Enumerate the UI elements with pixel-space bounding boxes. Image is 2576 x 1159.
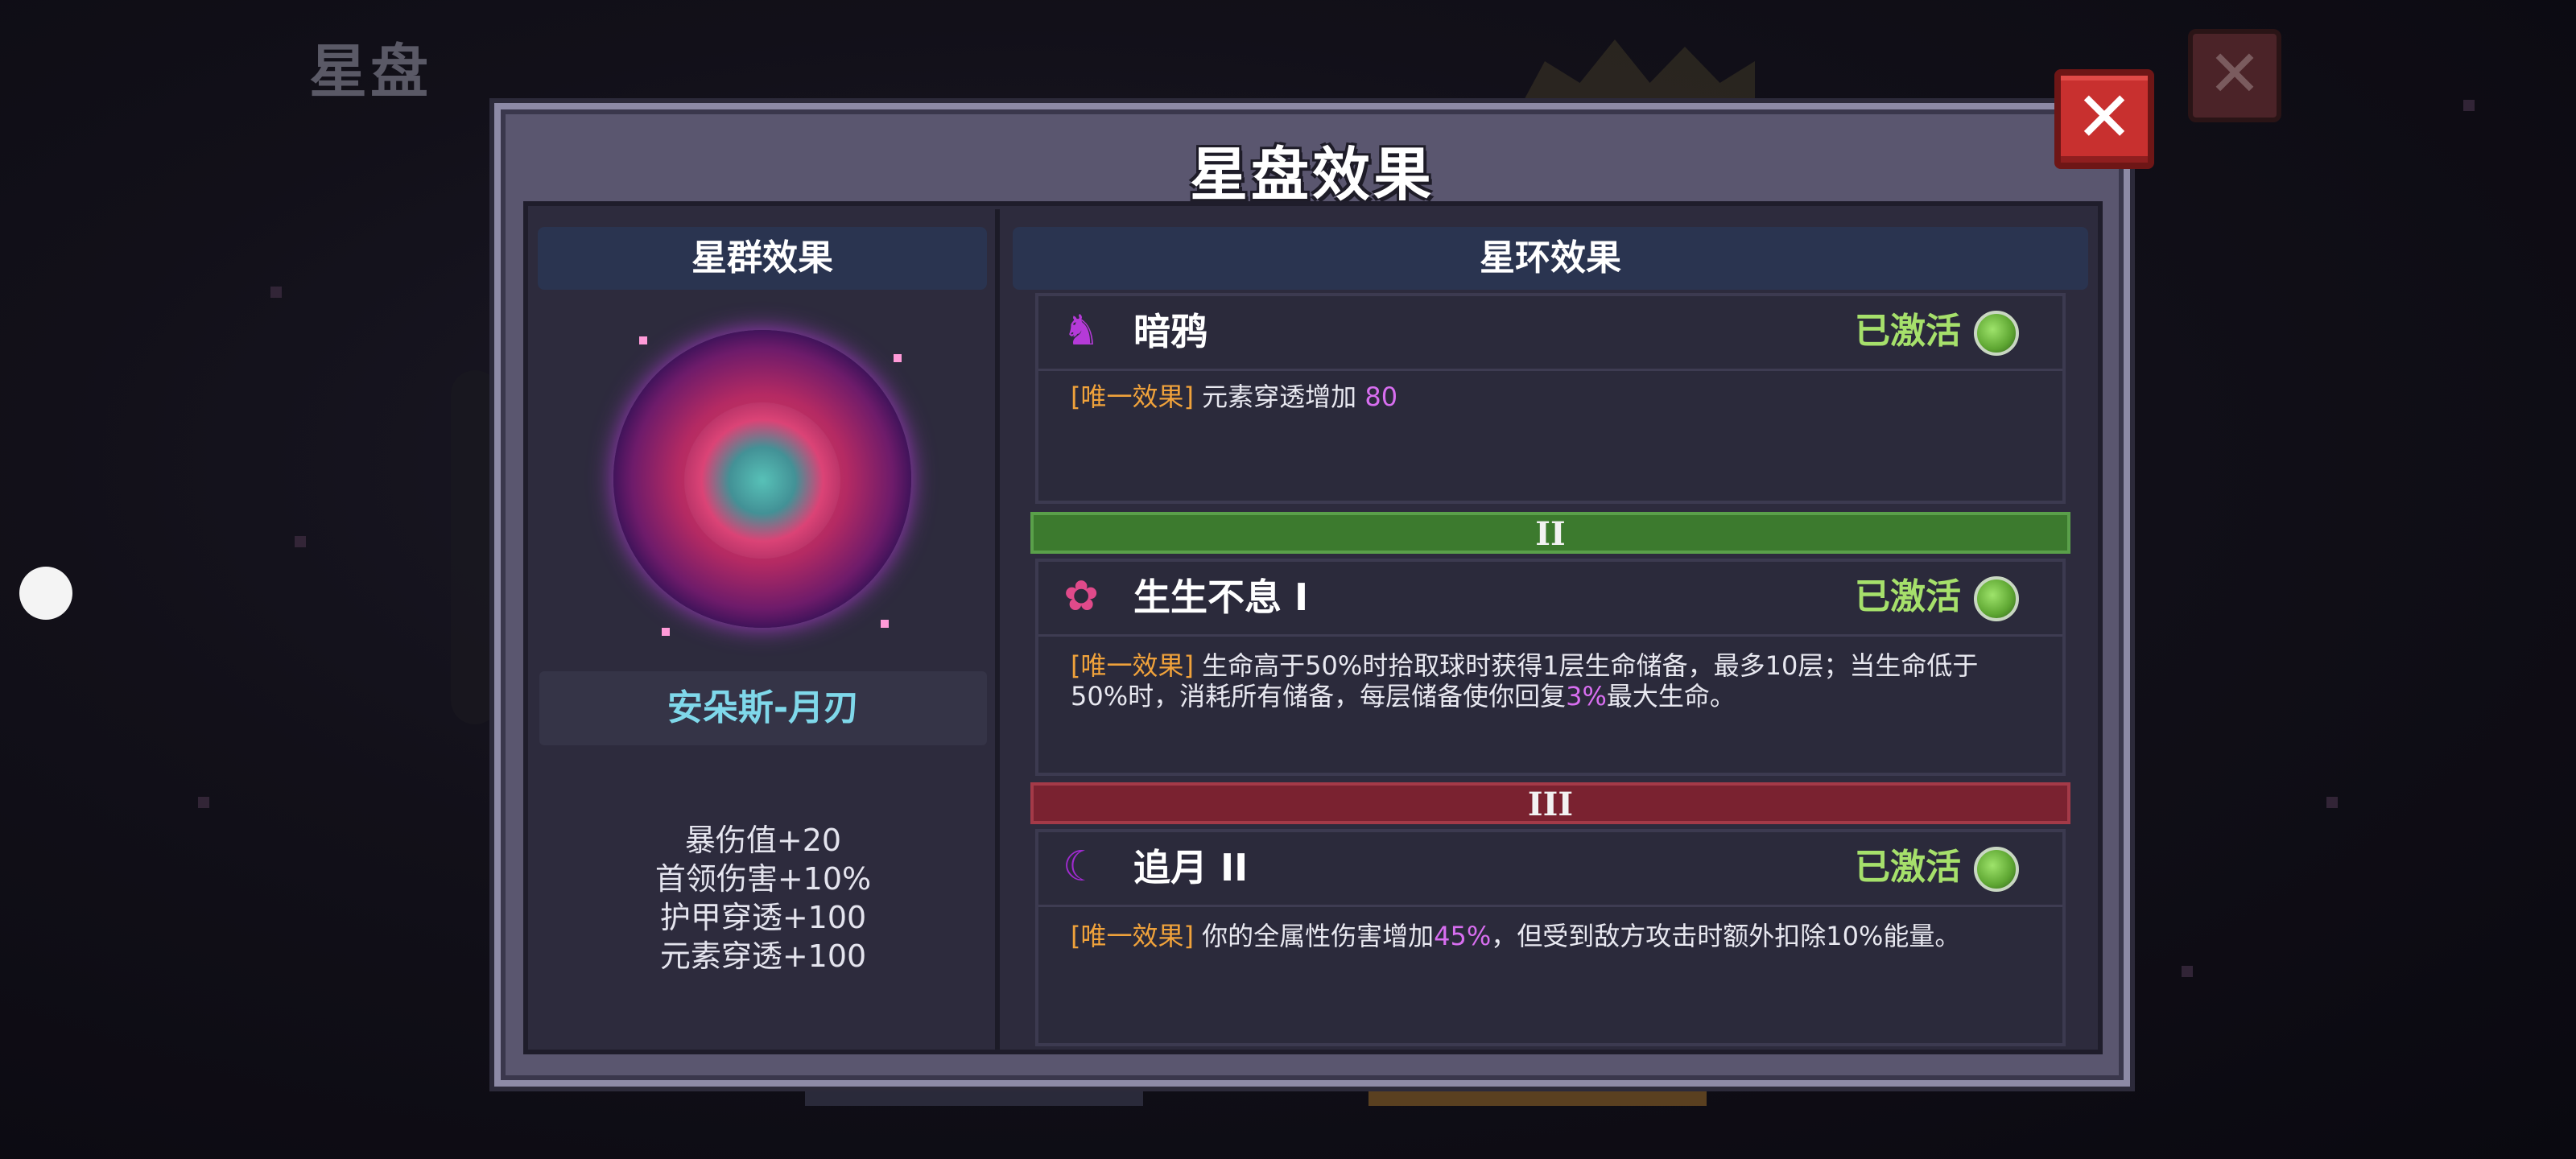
stat-line: 暴伤值+20 (684, 823, 842, 858)
ring-effect-title-row: ♞ 暗鸦 已激活 (1038, 296, 2062, 371)
close-icon: ✕ (2074, 77, 2134, 158)
effect-name: 暗鸦 (1133, 310, 1208, 353)
tier-divider-ii: II (1030, 512, 2070, 554)
crescent-moon-icon: ☾ (1062, 843, 1100, 891)
unique-effect-tag: [唯一效果] (1071, 650, 1194, 681)
active-status-icon (1974, 847, 2019, 892)
ring-effect-card: ✿ 生生不息 I 已激活 [唯一效果] 生命高于50%时拾取球时获得1层生命储备… (1035, 559, 2066, 776)
star-decoration (2182, 966, 2193, 977)
description-value: 80 (1364, 382, 1398, 412)
effect-name: 生生不息 I (1133, 575, 1309, 619)
active-status-icon (1974, 311, 2019, 356)
panel-divider (995, 209, 1000, 1050)
effect-status: 已激活 (1855, 576, 1961, 617)
stat-line: 首领伤害+10% (654, 861, 872, 897)
description-text: 生命高于50%时拾取球时获得1层生命储备，最多10层；当生命低于50%时，消耗所… (1071, 650, 1979, 711)
stat-line: 元素穿透+100 (659, 938, 867, 974)
effect-description: [唯一效果] 你的全属性伤害增加45%，但受到敌方攻击时额外扣除10%能量。 (1071, 921, 2033, 951)
constellation-stats: 暴伤值+20 首领伤害+10% 护甲穿透+100 元素穿透+100 (539, 821, 987, 975)
unique-effect-tag: [唯一效果] (1071, 921, 1194, 951)
constellation-name: 安朵斯-月刃 (539, 671, 987, 745)
constellation-emblem-core (684, 402, 840, 559)
ring-effect-card: ☾ 追月 II 已激活 [唯一效果] 你的全属性伤害增加45%，但受到敌方攻击时… (1035, 829, 2066, 1046)
ring-effect-card: ♞ 暗鸦 已激活 [唯一效果] 元素穿透增加 80 (1035, 293, 2066, 504)
constellation-effect-header: 星群效果 (538, 227, 987, 290)
star-decoration (198, 797, 209, 808)
sparkle-icon (881, 620, 889, 628)
ring-effect-title-row: ✿ 生生不息 I 已激活 (1038, 562, 2062, 637)
description-value: 45% (1434, 921, 1492, 951)
stat-line: 护甲穿透+100 (659, 900, 867, 935)
effect-status: 已激活 (1855, 311, 1961, 352)
star-decoration (2326, 797, 2338, 808)
background-planet (451, 370, 499, 724)
tier-divider-iii: III (1030, 782, 2070, 824)
description-value: 3% (1566, 681, 1607, 711)
sparkle-icon (639, 336, 647, 344)
effect-description: [唯一效果] 生命高于50%时拾取球时获得1层生命储备，最多10层；当生命低于5… (1071, 650, 2033, 711)
sparkle-icon (894, 354, 902, 362)
description-text: 最大生命。 (1606, 681, 1736, 711)
star-decoration (295, 536, 306, 547)
flower-icon: ✿ (1063, 572, 1099, 621)
floating-assist-button[interactable] (19, 567, 72, 620)
background-bar (805, 1088, 1143, 1106)
description-text: ，但受到敌方攻击时额外扣除10%能量。 (1491, 921, 1961, 951)
background-close-button[interactable]: ✕ (2188, 29, 2281, 122)
close-button[interactable]: ✕ (2054, 69, 2154, 169)
unique-effect-tag: [唯一效果] (1071, 382, 1194, 412)
effect-description: [唯一效果] 元素穿透增加 80 (1071, 382, 2033, 412)
dialog-title: 星盘效果 (1189, 141, 1435, 208)
crow-icon: ♞ (1062, 307, 1100, 355)
ring-effect-title-row: ☾ 追月 II 已激活 (1038, 832, 2062, 907)
background-page-title: 星盘 (309, 38, 432, 105)
sparkle-icon (662, 628, 670, 636)
effect-name: 追月 II (1133, 846, 1249, 889)
star-decoration (2463, 100, 2475, 111)
effect-status: 已激活 (1855, 847, 1961, 888)
active-status-icon (1974, 576, 2019, 621)
star-decoration (270, 287, 282, 298)
description-text: 你的全属性伤害增加 (1193, 921, 1435, 951)
description-text: 元素穿透增加 (1193, 382, 1365, 412)
background-bar (1368, 1088, 1707, 1106)
ring-effect-header: 星环效果 (1013, 227, 2088, 290)
